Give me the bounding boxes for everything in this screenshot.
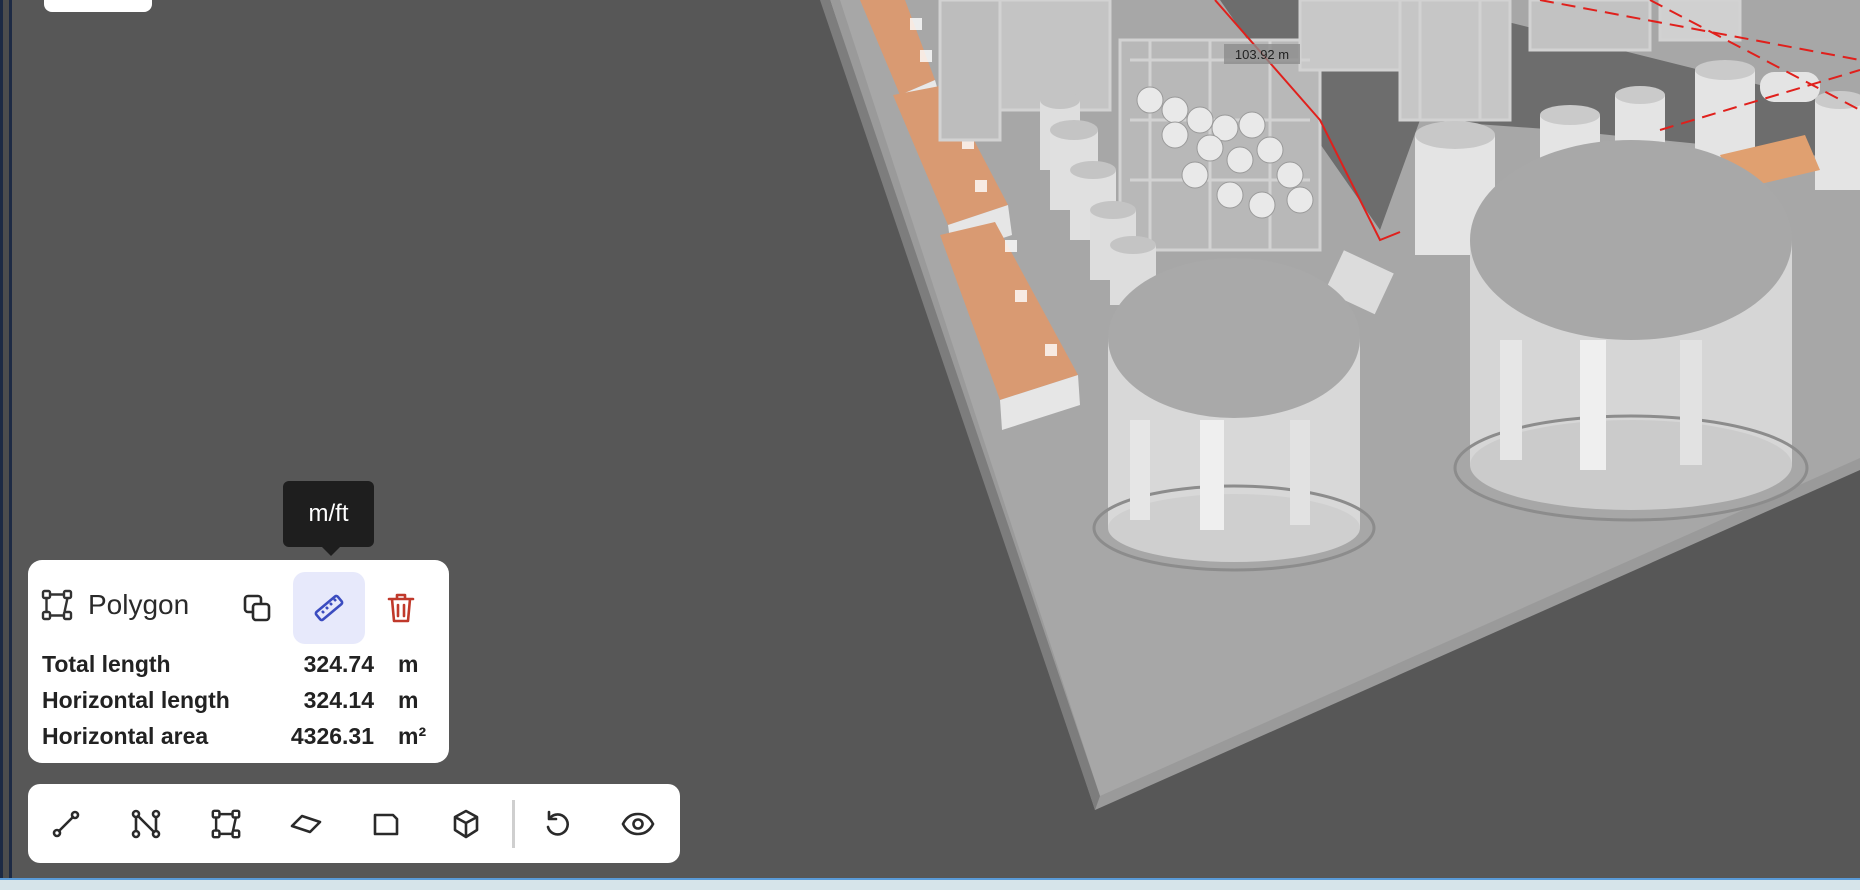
metric-value: 4326.31	[290, 723, 374, 749]
dimension-label: 103.92 m	[1224, 44, 1300, 64]
measurement-panel: Polygon Total length 324.74 m Horizontal…	[28, 560, 449, 763]
copy-icon	[241, 592, 273, 624]
measurement-panel-header: Polygon	[28, 572, 449, 644]
window-bottom-strip	[0, 878, 1860, 890]
dimension-label-text: 103.92 m	[1235, 47, 1289, 62]
units-tooltip-text: m/ft	[308, 500, 349, 527]
tool-polygon-button[interactable]	[196, 794, 256, 854]
units-tooltip: m/ft	[283, 481, 374, 556]
polygon-icon	[210, 808, 242, 840]
duplicate-button[interactable]	[221, 572, 293, 644]
ruler-icon	[312, 591, 346, 625]
tool-polyline-button[interactable]	[116, 794, 176, 854]
trash-icon	[386, 592, 416, 624]
reset-button[interactable]	[528, 794, 588, 854]
surface-icon	[370, 808, 402, 840]
shape-type-label: Polygon	[88, 589, 190, 620]
left-window-edge	[0, 0, 12, 878]
metric-unit: m	[398, 651, 419, 677]
cube-icon	[451, 808, 481, 840]
eye-icon	[621, 811, 655, 837]
large-tank-left	[1092, 258, 1376, 572]
visibility-toggle-button[interactable]	[608, 794, 668, 854]
tool-line-button[interactable]	[36, 794, 96, 854]
polygon-icon	[40, 588, 74, 622]
top-left-control[interactable]	[44, 0, 152, 12]
toolbar-divider	[512, 800, 515, 848]
metric-unit: m²	[398, 723, 427, 749]
line-measure-icon	[50, 808, 82, 840]
metric-unit: m	[398, 687, 419, 713]
units-toggle-button[interactable]	[293, 572, 365, 644]
metric-value: 324.74	[303, 651, 374, 677]
metric-value: 324.14	[303, 687, 374, 713]
delete-button[interactable]	[365, 572, 437, 644]
area-icon	[289, 810, 323, 838]
rotate-ccw-icon	[542, 808, 574, 840]
polyline-icon	[130, 808, 162, 840]
tool-surface-button[interactable]	[356, 794, 416, 854]
tool-volume-button[interactable]	[436, 794, 496, 854]
large-tank-right	[1453, 140, 1809, 522]
measurement-toolbar	[28, 784, 680, 863]
tool-area-button[interactable]	[276, 794, 336, 854]
